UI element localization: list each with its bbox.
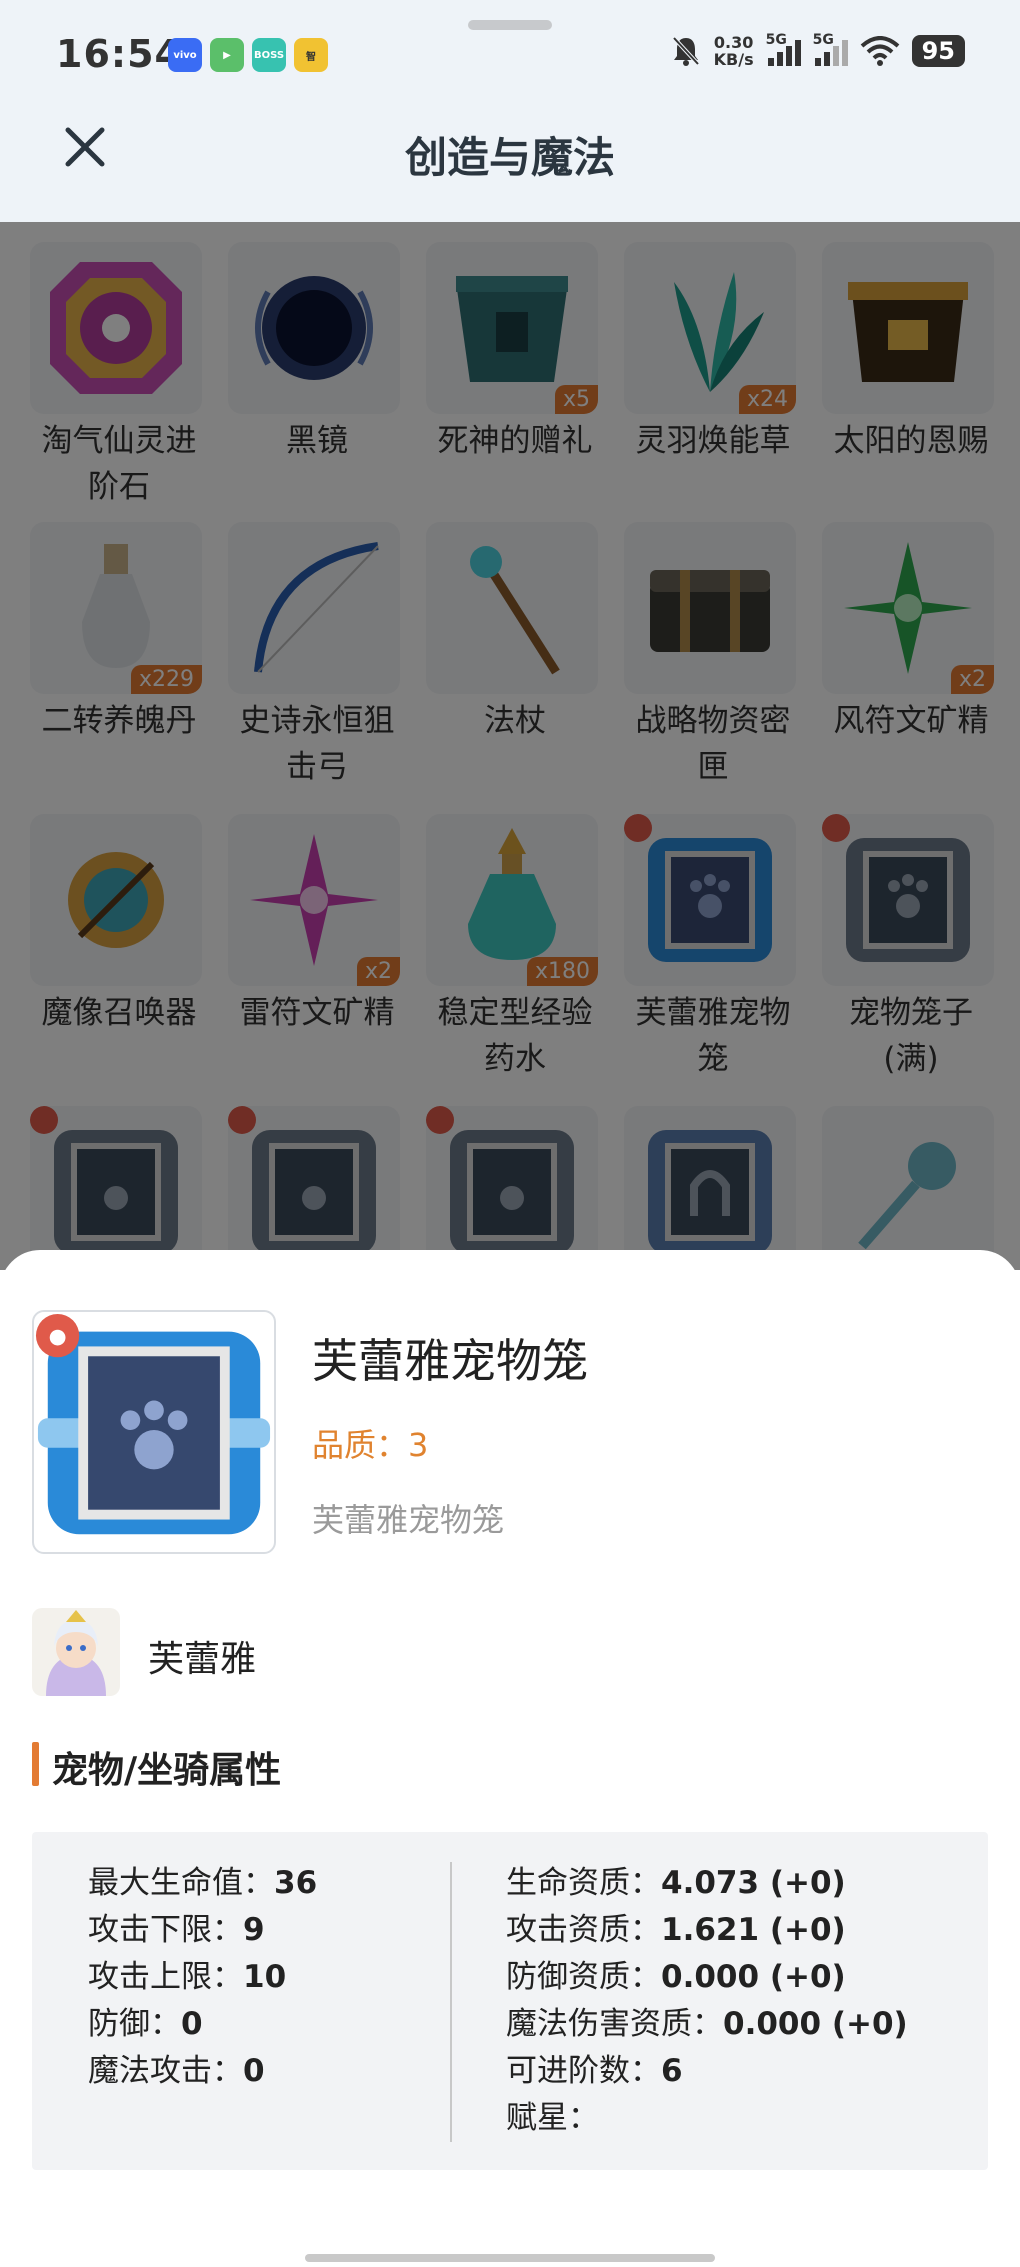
modal-backdrop[interactable] bbox=[0, 222, 1020, 1270]
video-app-icon: ▶ bbox=[210, 38, 244, 72]
attr-value: 0 bbox=[243, 2053, 265, 2089]
attr-value: 0.000 (+0) bbox=[723, 2006, 908, 2042]
item-description: 芙蕾雅宠物笼 bbox=[312, 1501, 505, 1539]
home-indicator[interactable] bbox=[305, 2254, 715, 2262]
signal-sim2-icon: 5G bbox=[813, 32, 848, 66]
pet-avatar bbox=[32, 1608, 120, 1696]
vivo-app-icon: vivo bbox=[168, 38, 202, 72]
attribute-column-left: 最大生命值：36 攻击下限：9 攻击上限：10 防御：0 魔法攻击：0 bbox=[88, 1860, 317, 2095]
net-speed-value: 0.30 bbox=[713, 33, 754, 52]
item-title: 芙蕾雅宠物笼 bbox=[312, 1334, 588, 1388]
attr-label: 防御资质： bbox=[506, 1959, 661, 1995]
attr-label: 可进阶数： bbox=[506, 2053, 661, 2089]
notification-app-icons: vivo ▶ BOSS 智 bbox=[168, 38, 328, 72]
attribute-row: 攻击资质：1.621 (+0) bbox=[506, 1907, 908, 1954]
attr-value: 9 bbox=[243, 1912, 265, 1948]
attribute-divider bbox=[450, 1862, 452, 2142]
pet-name: 芙蕾雅 bbox=[148, 1639, 257, 1680]
attribute-row: 魔法攻击：0 bbox=[88, 2048, 317, 2095]
item-quality: 品质：3 bbox=[312, 1420, 428, 1466]
section-title: 宠物/坐骑属性 bbox=[52, 1750, 282, 1791]
attribute-row: 防御资质：0.000 (+0) bbox=[506, 1954, 908, 2001]
attr-label: 赋星： bbox=[506, 2100, 599, 2136]
attribute-row: 攻击下限：9 bbox=[88, 1907, 317, 1954]
battery-icon: 95 bbox=[911, 35, 965, 67]
attribute-row: 生命资质：4.073 (+0) bbox=[506, 1860, 908, 1907]
attribute-column-right: 生命资质：4.073 (+0) 攻击资质：1.621 (+0) 防御资质：0.0… bbox=[506, 1860, 908, 2142]
attr-value: 1.621 (+0) bbox=[661, 1912, 846, 1948]
attr-label: 攻击资质： bbox=[506, 1912, 661, 1948]
attribute-row: 魔法伤害资质：0.000 (+0) bbox=[506, 2001, 908, 2048]
sim2-label: 5G bbox=[812, 32, 834, 48]
quality-value: 3 bbox=[408, 1426, 429, 1464]
attr-label: 生命资质： bbox=[506, 1865, 661, 1901]
attr-label: 攻击上限： bbox=[88, 1959, 243, 1995]
page-title: 创造与魔法 bbox=[404, 133, 615, 182]
attribute-row: 赋星： bbox=[506, 2095, 908, 2142]
attr-value: 0 bbox=[181, 2006, 203, 2042]
attr-value: 6 bbox=[661, 2053, 683, 2089]
attribute-row: 攻击上限：10 bbox=[88, 1954, 317, 2001]
net-speed: 0.30 KB/s bbox=[714, 34, 754, 68]
net-speed-unit: KB/s bbox=[713, 50, 754, 69]
quality-label: 品质： bbox=[312, 1426, 409, 1464]
attr-value: 36 bbox=[274, 1865, 318, 1901]
wifi-icon bbox=[860, 36, 899, 66]
status-time: 16:54 bbox=[56, 32, 182, 76]
attr-label: 防御： bbox=[88, 2006, 181, 2042]
signal-sim1-icon: 5G bbox=[766, 32, 801, 66]
boss-app-icon: BOSS bbox=[252, 38, 286, 72]
attr-value: 10 bbox=[243, 1959, 287, 1995]
attr-label: 最大生命值： bbox=[88, 1865, 274, 1901]
attr-value: 4.073 (+0) bbox=[661, 1865, 846, 1901]
attr-label: 魔法伤害资质： bbox=[506, 2006, 723, 2042]
status-indicators: 0.30 KB/s 5G 5G 95 bbox=[670, 32, 965, 68]
zhi-app-icon: 智 bbox=[294, 38, 328, 72]
attribute-row: 最大生命值：36 bbox=[88, 1860, 317, 1907]
attr-label: 攻击下限： bbox=[88, 1912, 243, 1948]
status-bar: 16:54 vivo ▶ BOSS 智 0.30 KB/s 5G 5G 95 bbox=[0, 0, 1020, 110]
section-accent-bar bbox=[32, 1742, 39, 1786]
attribute-row: 可进阶数：6 bbox=[506, 2048, 908, 2095]
attr-label: 魔法攻击： bbox=[88, 2053, 243, 2089]
attribute-row: 防御：0 bbox=[88, 2001, 317, 2048]
close-icon[interactable] bbox=[62, 124, 108, 170]
attr-value: 0.000 (+0) bbox=[661, 1959, 846, 1995]
sheet-grabber[interactable] bbox=[468, 20, 552, 30]
mute-bell-icon bbox=[672, 36, 700, 66]
sim1-label: 5G bbox=[765, 32, 787, 48]
pet-cage-blue-icon bbox=[32, 1310, 276, 1554]
